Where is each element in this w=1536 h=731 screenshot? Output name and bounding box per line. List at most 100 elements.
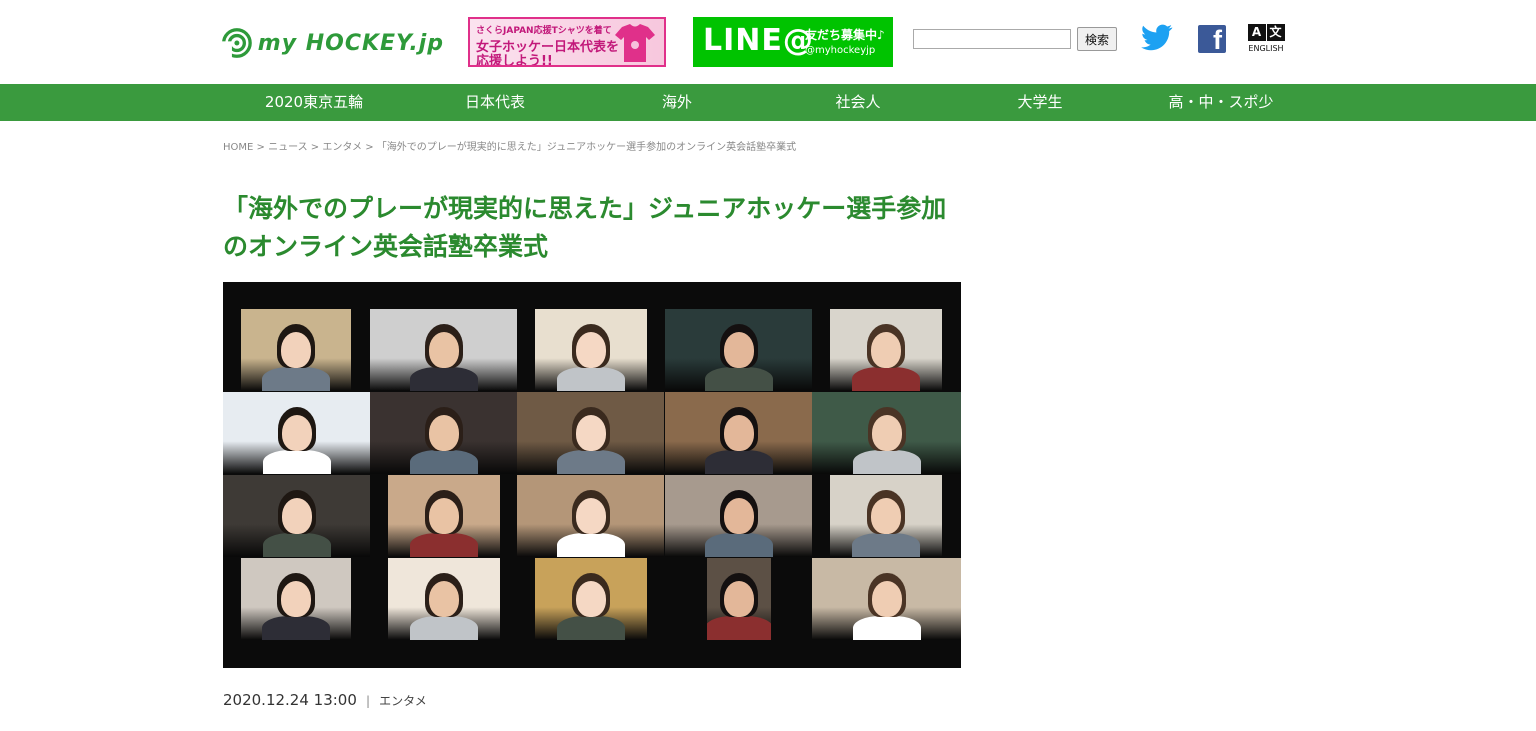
- person-face: [723, 332, 754, 368]
- twitter-bird-icon[interactable]: [1141, 24, 1173, 52]
- breadcrumb: HOME > ニュース > エンタメ > 「海外でのプレーが現実的に思えた」ジュ…: [223, 138, 796, 153]
- person-face: [871, 498, 901, 534]
- line-banner-text: 友だち募集中♪: [805, 28, 885, 42]
- english-link[interactable]: A文 ENGLISH: [1244, 24, 1288, 60]
- person-face: [281, 332, 311, 368]
- banner-line-1: さくらJAPAN応援Tシャツを着て: [476, 26, 612, 36]
- person-face: [723, 498, 754, 534]
- breadcrumb-category[interactable]: エンタメ: [322, 142, 362, 153]
- video-tile: [830, 309, 942, 391]
- article-photo: [223, 282, 961, 668]
- video-tile: [370, 309, 517, 391]
- article-date: 2020.12.24 13:00: [223, 691, 357, 709]
- person-body: [262, 616, 330, 640]
- person-body: [557, 616, 625, 640]
- video-tile: [370, 392, 517, 474]
- video-tile: [388, 475, 500, 557]
- nav-item-youth[interactable]: 高・中・スポ少: [1131, 84, 1311, 121]
- person-body: [852, 450, 921, 474]
- line-banner-id: @myhockeyjp: [805, 45, 876, 56]
- video-tile: [535, 309, 647, 391]
- video-tile: [830, 475, 942, 557]
- person-face: [871, 415, 902, 451]
- person-body: [704, 367, 773, 391]
- search-input[interactable]: [913, 29, 1071, 49]
- video-tile: [223, 475, 370, 557]
- person-body: [704, 450, 773, 474]
- breadcrumb-home[interactable]: HOME: [223, 142, 253, 153]
- article-title: 「海外でのプレーが現実的に思えた」ジュニアホッケー選手参加のオンライン英会話塾卒…: [223, 194, 947, 261]
- person-face: [871, 332, 901, 368]
- english-label: ENGLISH: [1248, 44, 1284, 53]
- video-tile: [665, 309, 812, 391]
- person-body: [409, 450, 478, 474]
- person-face: [723, 415, 754, 451]
- nav-item-national-team[interactable]: 日本代表: [405, 84, 585, 121]
- video-tile: [388, 558, 500, 640]
- person-body: [704, 533, 773, 557]
- person-face: [281, 581, 311, 617]
- person-body: [852, 533, 920, 557]
- nav-item-overseas[interactable]: 海外: [587, 84, 767, 121]
- person-face: [576, 332, 606, 368]
- video-tile: [665, 392, 812, 474]
- meta-separator: |: [365, 694, 371, 708]
- person-body: [852, 367, 920, 391]
- banner-line-3: 応援しよう!!: [476, 54, 553, 67]
- video-tile: [517, 475, 664, 557]
- sakura-japan-tshirt-banner[interactable]: さくらJAPAN応援Tシャツを着て 女子ホッケー日本代表を 応援しよう!!: [468, 17, 666, 67]
- person-body: [262, 450, 331, 474]
- person-face: [281, 415, 312, 451]
- article-category-link[interactable]: エンタメ: [379, 694, 427, 708]
- language-translate-icon: A文: [1244, 24, 1288, 41]
- person-body: [852, 616, 921, 640]
- site-logo[interactable]: my HOCKEY.jp: [222, 25, 444, 61]
- person-face: [428, 332, 459, 368]
- person-face: [724, 581, 754, 617]
- glyph-b: 文: [1266, 24, 1285, 41]
- person-body: [410, 616, 478, 640]
- video-tile: [665, 475, 812, 557]
- person-body: [410, 533, 478, 557]
- person-face: [575, 415, 606, 451]
- person-face: [575, 498, 606, 534]
- video-tile: [517, 392, 664, 474]
- person-body: [707, 616, 771, 640]
- glyph-a: A: [1247, 24, 1266, 41]
- person-face: [871, 581, 902, 617]
- person-face: [281, 498, 312, 534]
- article-meta: 2020.12.24 13:00 | エンタメ: [223, 690, 427, 709]
- person-body: [262, 533, 331, 557]
- video-tile: [241, 309, 351, 391]
- video-tile: [707, 558, 771, 640]
- person-body: [557, 367, 625, 391]
- breadcrumb-separator: >: [307, 142, 323, 153]
- person-face: [429, 498, 459, 534]
- nav-item-university[interactable]: 大学生: [950, 84, 1130, 121]
- person-body: [409, 367, 478, 391]
- line-at-logo: LINE@: [703, 23, 814, 58]
- video-tile: [241, 558, 351, 640]
- breadcrumb-news[interactable]: ニュース: [268, 142, 308, 153]
- search-button[interactable]: 検索: [1077, 27, 1117, 51]
- site-header: my HOCKEY.jp さくらJAPAN応援Tシャツを着て 女子ホッケー日本代…: [0, 0, 1536, 84]
- person-body: [262, 367, 330, 391]
- breadcrumb-separator: >: [253, 142, 269, 153]
- person-face: [429, 581, 459, 617]
- breadcrumb-current: 「海外でのプレーが現実的に思えた」ジュニアホッケー選手参加のオンライン英会話塾卒…: [376, 142, 797, 153]
- person-body: [556, 450, 625, 474]
- video-tile: [223, 392, 370, 474]
- facebook-f-icon[interactable]: f: [1198, 25, 1226, 55]
- breadcrumb-separator: >: [362, 142, 377, 153]
- nav-item-corporate[interactable]: 社会人: [768, 84, 948, 121]
- main-nav: 2020東京五輪 日本代表 海外 社会人 大学生 高・中・スポ少: [0, 84, 1536, 121]
- video-tile: [812, 558, 961, 640]
- logo-text: my HOCKEY.jp: [257, 30, 444, 56]
- line-friends-banner[interactable]: LINE@ 友だち募集中♪ @myhockeyjp: [693, 17, 893, 67]
- hockey-swirl-logo-icon: [222, 28, 252, 58]
- nav-item-tokyo2020[interactable]: 2020東京五輪: [224, 84, 404, 121]
- person-body: [556, 533, 625, 557]
- tshirt-icon: [615, 24, 655, 62]
- person-face: [576, 581, 606, 617]
- video-tile: [812, 392, 961, 474]
